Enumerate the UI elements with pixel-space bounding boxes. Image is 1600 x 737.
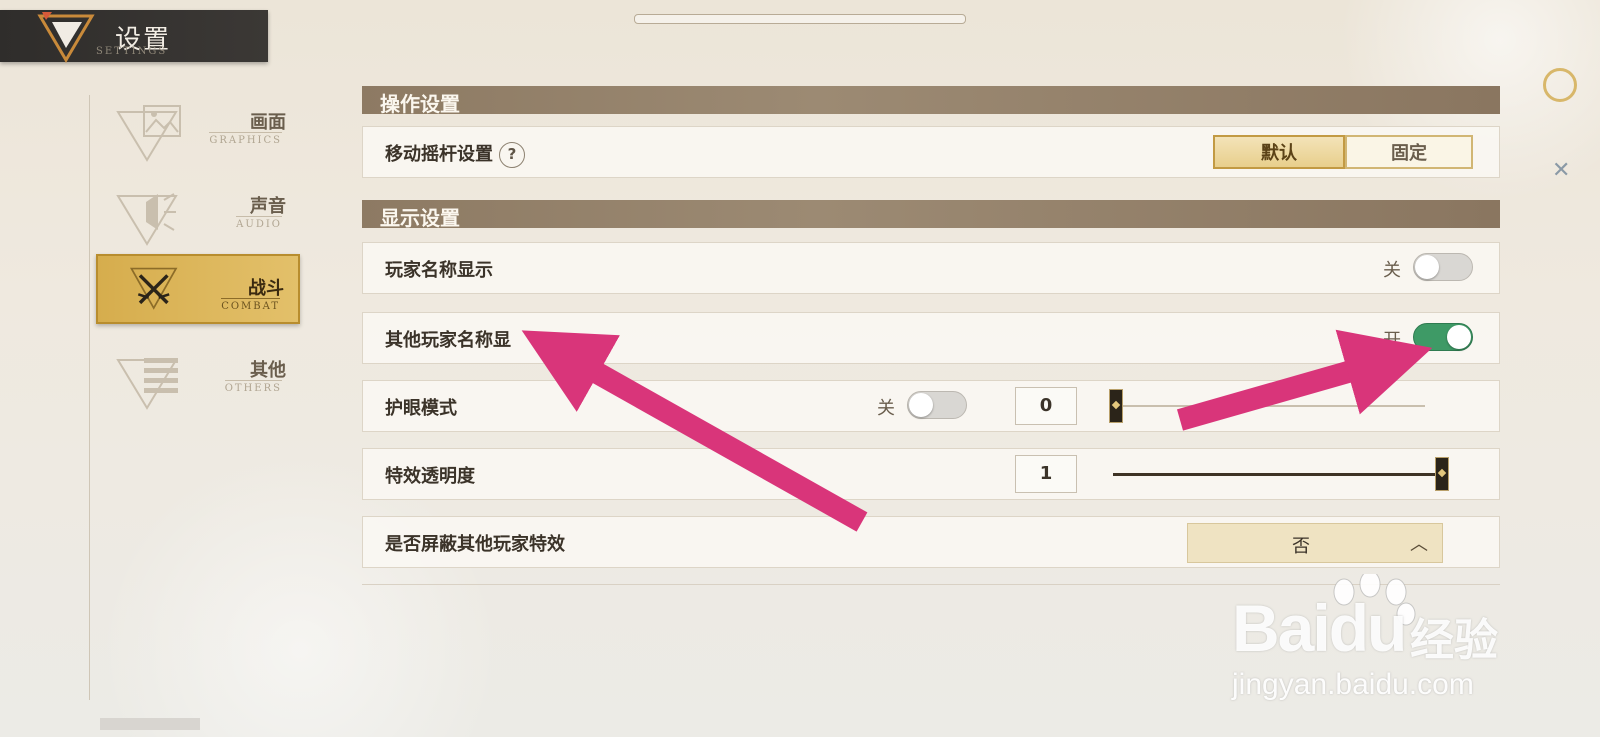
sidebar-item-sublabel: AUDIO	[236, 216, 282, 230]
setting-row-other-player-name: 其他玩家名称显 开	[362, 312, 1500, 364]
sidebar-item-combat[interactable]: 战斗 COMBAT	[96, 254, 300, 324]
sidebar-item-label: 声音	[250, 196, 286, 217]
sidebar-item-label: 其他	[250, 360, 286, 381]
block-effects-dropdown[interactable]: 否 ︿	[1187, 523, 1443, 563]
sidebar-item-label: 战斗	[248, 278, 284, 299]
settings-logo-icon	[37, 12, 95, 63]
section-header-operation: 操作设置	[362, 86, 1500, 116]
setting-label: 移动摇杆设置	[385, 144, 493, 165]
effect-opacity-value-box[interactable]: 1	[1015, 455, 1077, 493]
swords-icon	[129, 267, 178, 310]
dropdown-value: 否	[1292, 536, 1310, 557]
setting-row-player-name: 玩家名称显示 关	[362, 242, 1500, 294]
joystick-default-button[interactable]: 默认	[1213, 135, 1345, 169]
joystick-fixed-button[interactable]: 固定	[1345, 135, 1473, 169]
setting-label: 特效透明度	[385, 466, 475, 487]
effect-opacity-slider-track[interactable]	[1113, 473, 1441, 476]
setting-row-joystick: 移动摇杆设置? 默认 固定	[362, 126, 1500, 178]
sidebar-item-graphics[interactable]: 画面 GRAPHICS	[100, 98, 300, 168]
sidebar-item-sublabel: OTHERS	[224, 380, 282, 394]
refresh-circle-icon[interactable]	[1543, 68, 1577, 102]
toggle-knob	[1415, 255, 1439, 279]
setting-row-effect-opacity: 特效透明度 1	[362, 448, 1500, 500]
watermark-url: jingyan.baidu.com	[1232, 668, 1474, 701]
chevron-up-icon: ︿	[1410, 534, 1428, 555]
eye-care-value-box[interactable]: 0	[1015, 387, 1077, 425]
toggle-state-label: 关	[877, 398, 895, 419]
sidebar-item-sublabel: GRAPHICS	[209, 132, 282, 146]
section-title: 操作设置	[380, 92, 460, 116]
sidebar-divider	[89, 95, 90, 700]
watermark-cn: 经验	[1410, 615, 1498, 666]
section-title: 显示设置	[380, 206, 460, 230]
other-player-name-toggle[interactable]	[1413, 323, 1473, 351]
help-icon[interactable]: ?	[499, 142, 525, 168]
close-icon[interactable]: ✕	[1552, 158, 1570, 183]
sidebar-item-label: 画面	[250, 112, 286, 133]
sidebar-item-others[interactable]: 其他 OTHERS	[100, 346, 300, 416]
list-icon	[116, 358, 178, 410]
toggle-state-label: 开	[1383, 330, 1401, 351]
sidebar-item-audio[interactable]: 声音 AUDIO	[100, 182, 300, 252]
sidebar-item-sublabel: COMBAT	[221, 298, 280, 312]
eye-care-toggle[interactable]	[907, 391, 967, 419]
toggle-state-label: 关	[1383, 260, 1401, 281]
speaker-icon	[116, 193, 178, 246]
blurred-text	[100, 718, 200, 730]
setting-row-block-effects: 是否屏蔽其他玩家特效 否 ︿	[362, 516, 1500, 568]
watermark-brand: Baidu	[1232, 591, 1407, 665]
setting-label: 其他玩家名称显	[385, 330, 511, 351]
setting-label: 是否屏蔽其他玩家特效	[385, 534, 565, 555]
setting-label: 护眼模式	[385, 398, 457, 419]
image-icon	[116, 105, 181, 162]
pull-handle[interactable]	[634, 14, 966, 24]
eye-care-slider-track[interactable]	[1113, 405, 1425, 407]
toggle-knob	[1447, 325, 1471, 349]
setting-label: 玩家名称显示	[385, 260, 493, 281]
page-subtitle: SETTINGS	[96, 46, 168, 57]
eye-care-slider-thumb[interactable]	[1109, 389, 1123, 423]
toggle-knob	[909, 393, 933, 417]
title-bar: 设置 SETTINGS	[0, 10, 268, 63]
section-header-display: 显示设置	[362, 200, 1500, 230]
effect-opacity-slider-thumb[interactable]	[1435, 457, 1449, 491]
setting-row-eye-care: 护眼模式 关 0	[362, 380, 1500, 432]
player-name-toggle[interactable]	[1413, 253, 1473, 281]
